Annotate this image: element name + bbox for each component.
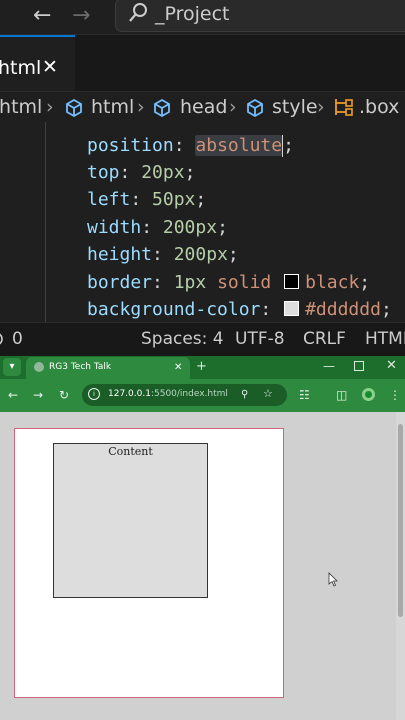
chevron-right-icon: ›	[317, 96, 325, 118]
css-value: #dddddd	[305, 299, 381, 320]
language-status[interactable]: HTML	[365, 323, 405, 355]
indent-guide	[45, 122, 46, 322]
favicon-icon	[34, 362, 44, 372]
css-value: 20px	[141, 162, 185, 183]
css-value: absolute	[195, 135, 283, 156]
editor-tab-bar: html ✕	[0, 35, 405, 92]
chevron-right-icon: ›	[46, 96, 54, 118]
css-property: height	[87, 244, 153, 265]
code-line: border: 1px solid black;	[87, 272, 371, 293]
css-property: border	[87, 272, 153, 293]
css-property: background-color	[87, 299, 261, 320]
editor-tab[interactable]: html ✕	[0, 35, 75, 91]
css-value: 1px	[173, 272, 207, 293]
encoding-status[interactable]: UTF-8	[235, 323, 285, 355]
code-line: top: 20px;	[87, 162, 196, 183]
chevron-right-icon: ›	[229, 96, 237, 118]
sidepanel-icon[interactable]: ◫	[336, 387, 347, 403]
command-center-text: _Project	[155, 3, 230, 25]
maximize-icon[interactable]	[354, 361, 364, 371]
status-bar: 0 Spaces: 4 UTF-8 CRLF HTML	[0, 322, 405, 357]
css-property: left	[87, 189, 131, 210]
page-viewport: Content	[0, 412, 405, 720]
url-host: 127.0.0.1	[108, 389, 151, 399]
url-path: :5500/index.html	[150, 389, 228, 399]
browser-tab[interactable]: RG3 Tech Talk ✕	[26, 357, 190, 379]
close-icon[interactable]: ✕	[174, 360, 182, 375]
back-icon[interactable]: ←	[8, 387, 18, 403]
url-text: 127.0.0.1:5500/index.html	[108, 387, 228, 402]
css-property: position	[87, 135, 174, 156]
close-icon[interactable]: ✕	[42, 55, 58, 79]
css-value: 50px	[152, 189, 196, 210]
close-icon[interactable]: ✕	[386, 357, 397, 375]
breadcrumb-item[interactable]: html	[91, 92, 134, 122]
code-line: position: absolute;	[87, 135, 294, 157]
editor-tab-label: html	[0, 57, 42, 79]
code-editor[interactable]: position: absolute; top: 20px; left: 50p…	[0, 122, 405, 322]
browser-tab-strip: ▾ RG3 Tech Talk ✕ + — ✕	[0, 356, 405, 379]
css-property: top	[87, 162, 120, 183]
address-bar[interactable]: i 127.0.0.1:5500/index.html ⚲ ☆	[82, 384, 287, 406]
positioned-box: Content	[53, 443, 208, 598]
chevron-down-icon[interactable]: ▾	[3, 358, 21, 376]
code-line: background-color: #dddddd;	[87, 299, 392, 320]
browser-toolbar: ← → ↻ i 127.0.0.1:5500/index.html ⚲ ☆ ☷ …	[0, 379, 405, 412]
minimize-icon[interactable]: —	[323, 358, 335, 374]
problems-count[interactable]: 0	[12, 323, 23, 355]
css-property: width	[87, 217, 142, 238]
cube-icon	[247, 98, 263, 118]
scrollbar-thumb[interactable]	[398, 424, 403, 617]
code-line: left: 50px;	[87, 189, 207, 210]
breadcrumb-item[interactable]: head	[180, 92, 227, 122]
code-line: width: 200px;	[87, 217, 228, 238]
css-value: black	[305, 272, 360, 293]
eol-status[interactable]: CRLF	[303, 323, 346, 355]
profile-icon[interactable]	[362, 388, 375, 401]
browser-tab-title: RG3 Tech Talk	[49, 362, 112, 372]
css-value: 200px	[173, 244, 228, 265]
color-swatch[interactable]	[284, 300, 300, 316]
cube-icon	[66, 98, 82, 118]
extensions-icon[interactable]: ☷	[299, 387, 310, 403]
menu-icon[interactable]: ⋮	[389, 387, 401, 403]
reload-icon[interactable]: ↻	[59, 387, 69, 403]
braces-icon	[335, 99, 353, 116]
indentation-status[interactable]: Spaces: 4	[141, 323, 224, 355]
css-value: 200px	[162, 217, 218, 238]
box-content-text: Content	[108, 445, 153, 458]
forward-icon[interactable]: →	[33, 387, 43, 403]
code-line: height: 200px;	[87, 244, 239, 265]
search-icon	[129, 3, 147, 22]
breadcrumb-item[interactable]: style	[272, 92, 318, 122]
css-value: solid	[217, 272, 272, 293]
info-icon[interactable]: i	[88, 388, 100, 400]
breadcrumb-file[interactable]: .html	[0, 92, 42, 122]
forward-icon[interactable]: →	[72, 4, 90, 28]
color-swatch[interactable]	[284, 273, 300, 289]
broadcast-icon	[0, 333, 3, 345]
cube-icon	[154, 98, 170, 118]
breadcrumb: .html › html › head › style › .box	[0, 92, 405, 122]
star-icon[interactable]: ☆	[263, 386, 273, 402]
vscode-titlebar: ← → _Project	[0, 0, 405, 35]
mouse-cursor-icon	[328, 572, 338, 587]
chevron-right-icon: ›	[137, 96, 145, 118]
zoom-icon[interactable]: ⚲	[241, 387, 248, 402]
container-box: Content	[14, 428, 284, 698]
plus-icon[interactable]: +	[196, 358, 207, 376]
breadcrumb-item[interactable]: .box	[359, 92, 399, 122]
back-icon[interactable]: ←	[33, 4, 51, 28]
